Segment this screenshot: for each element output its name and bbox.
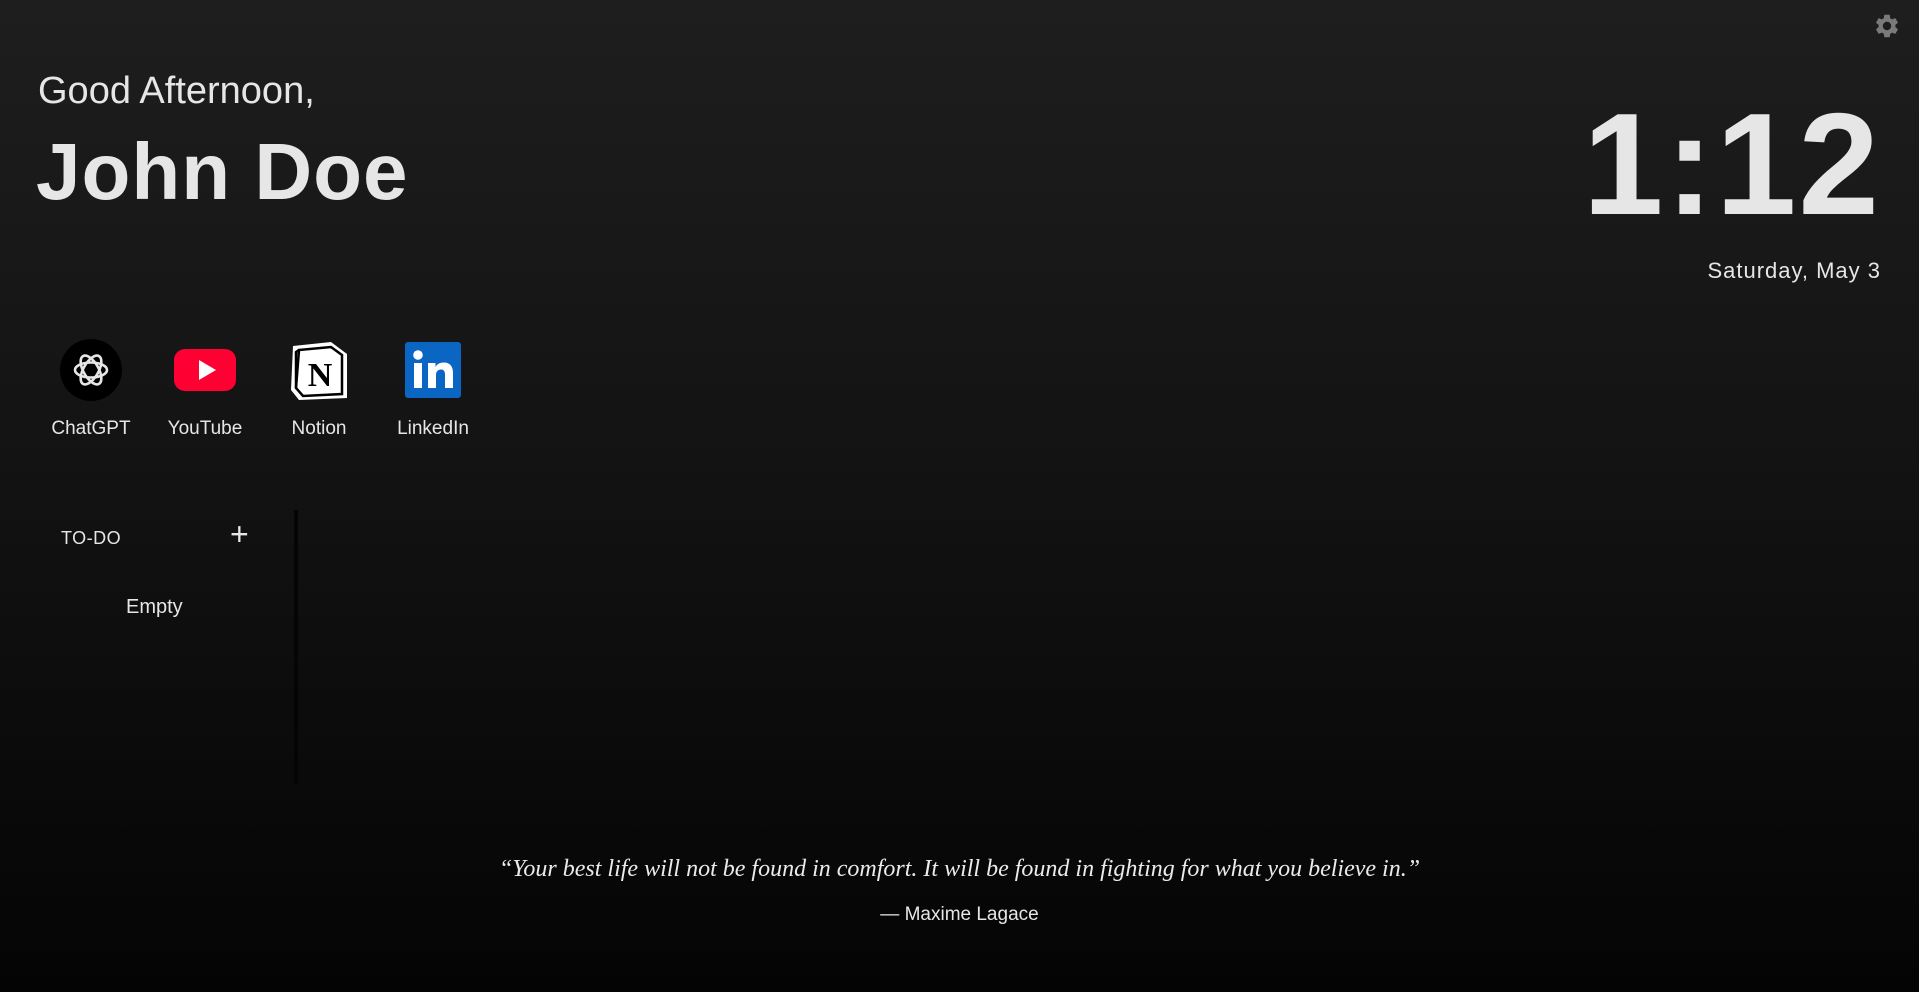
shortcut-notion[interactable]: N Notion xyxy=(262,338,376,440)
shortcut-chatgpt[interactable]: ChatGPT xyxy=(34,338,148,440)
clock-time: 1:12 xyxy=(1582,83,1881,245)
shortcut-label: Notion xyxy=(291,418,347,439)
svg-text:N: N xyxy=(308,357,333,394)
user-name: John Doe xyxy=(36,127,409,216)
todo-divider xyxy=(294,510,298,784)
settings-button[interactable] xyxy=(1873,12,1901,40)
linkedin-icon xyxy=(401,338,465,402)
shortcut-label: LinkedIn xyxy=(397,418,469,439)
shortcut-youtube[interactable]: YouTube xyxy=(148,338,262,440)
add-todo-button[interactable]: + xyxy=(230,518,249,550)
todo-title: TO-DO xyxy=(61,528,122,548)
todo-panel: TO-DO + Empty xyxy=(36,510,298,784)
todo-empty-text: Empty xyxy=(126,596,183,618)
chatgpt-icon xyxy=(59,338,123,402)
gear-icon xyxy=(1876,14,1898,38)
notion-icon: N xyxy=(287,338,351,402)
shortcut-label: ChatGPT xyxy=(51,418,131,439)
shortcut-label: YouTube xyxy=(167,418,243,439)
shortcut-linkedin[interactable]: LinkedIn xyxy=(376,338,490,440)
youtube-icon xyxy=(173,338,237,402)
shortcuts-bar: ChatGPT YouTube N Notion LinkedIn xyxy=(34,338,490,440)
quote-author: — Maxime Lagace xyxy=(880,904,1039,925)
clock-date: Saturday, May 3 xyxy=(1707,258,1881,283)
quote-text: “Your best life will not be found in com… xyxy=(498,856,1421,882)
greeting-text: Good Afternoon, xyxy=(38,70,315,112)
